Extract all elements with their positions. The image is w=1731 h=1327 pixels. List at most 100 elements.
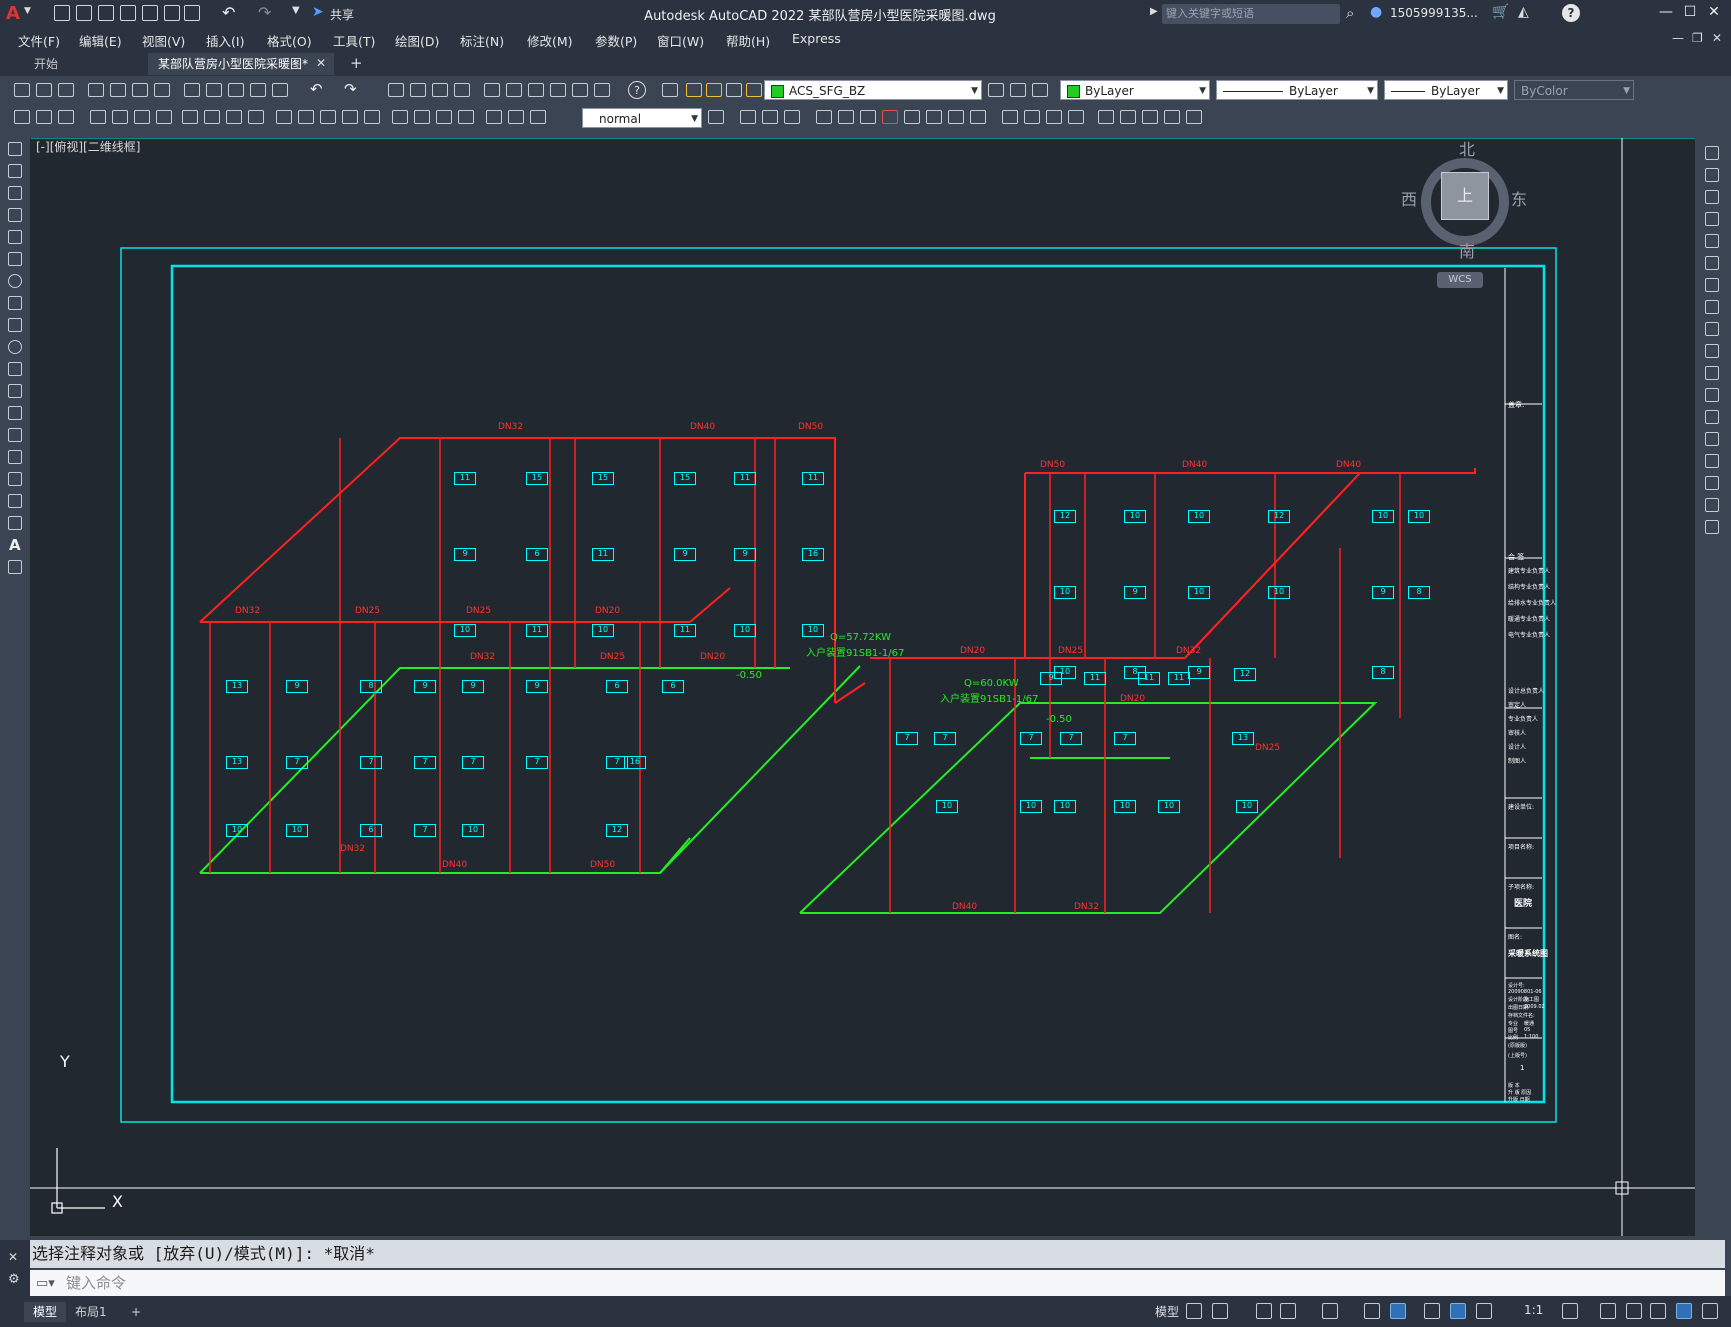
paste-icon[interactable] [228, 83, 244, 97]
viewcube-north[interactable]: 北 [1459, 136, 1475, 160]
match-properties-icon[interactable] [250, 83, 266, 97]
zoom-window-icon[interactable] [432, 83, 448, 97]
insert-block-icon[interactable] [8, 384, 22, 398]
doc-close-icon[interactable]: ✕ [1712, 31, 1722, 45]
cart-icon[interactable]: 🛒 [1492, 4, 1509, 20]
break-modify-icon[interactable] [1705, 410, 1719, 424]
sheet-set-icon[interactable] [550, 83, 566, 97]
tool-palettes-icon[interactable] [528, 83, 544, 97]
baseline-dim-icon[interactable] [298, 110, 314, 124]
units-icon[interactable] [1626, 1303, 1642, 1319]
menu-modify[interactable]: 修改(M) [527, 31, 573, 50]
chamfer-modify-icon[interactable] [1705, 454, 1719, 468]
qnew-icon[interactable] [14, 83, 30, 97]
jogged-linear-icon[interactable] [458, 110, 474, 124]
save-as-icon[interactable] [120, 5, 136, 21]
continue-dim-icon[interactable] [320, 110, 336, 124]
table-icon[interactable] [8, 516, 22, 530]
jogged-dim-icon[interactable] [204, 110, 220, 124]
plot-icon[interactable] [184, 5, 200, 21]
viewcube-east[interactable]: 东 [1511, 186, 1527, 210]
tab-current-drawing[interactable]: 某部队营房小型医院采暖图* [148, 53, 334, 75]
mirror-icon[interactable] [762, 110, 778, 124]
doc-restore-icon[interactable]: ❐ [1692, 31, 1703, 45]
dim-style-icon[interactable] [58, 110, 74, 124]
aligned-dim-icon[interactable] [112, 110, 128, 124]
explode-icon[interactable] [1024, 110, 1040, 124]
layer-on-icon[interactable] [686, 83, 702, 97]
copy-object-icon[interactable] [740, 110, 756, 124]
hatch-icon[interactable] [8, 450, 22, 464]
pan-icon[interactable] [388, 83, 404, 97]
viewcube[interactable]: 上 北 南 东 西 WCS [1401, 136, 1527, 298]
quickcalc-icon[interactable] [594, 83, 610, 97]
snap-icon[interactable] [1212, 1303, 1228, 1319]
erase-icon[interactable] [1705, 146, 1719, 160]
extend-icon[interactable] [904, 110, 920, 124]
save-icon[interactable] [98, 5, 114, 21]
layer-state-icon[interactable] [1032, 83, 1048, 97]
stretch-icon[interactable] [1046, 110, 1062, 124]
design-center-icon[interactable] [506, 83, 522, 97]
linear-dim-icon[interactable] [90, 110, 106, 124]
model-space-toggle[interactable]: 模型 [1155, 1303, 1179, 1320]
polyline-icon[interactable] [8, 186, 22, 200]
command-close-icon[interactable]: ✕ [8, 1250, 18, 1264]
properties-icon[interactable] [484, 83, 500, 97]
lineweight-dropdown[interactable]: ByLayer ▼ [1384, 80, 1508, 100]
lineweight-icon[interactable] [1424, 1303, 1440, 1319]
new-layout-button[interactable]: + [122, 1302, 150, 1322]
array-modify-icon[interactable] [1705, 234, 1719, 248]
rectangle-icon[interactable] [8, 230, 22, 244]
menu-express[interactable]: Express [792, 31, 841, 46]
open-web-icon[interactable] [142, 5, 158, 21]
menu-help[interactable]: 帮助(H) [726, 31, 770, 50]
line-icon[interactable] [8, 142, 22, 156]
array-icon[interactable] [1068, 110, 1084, 124]
scale-modify-icon[interactable] [1705, 300, 1719, 314]
make-current-layer-icon[interactable] [988, 83, 1004, 97]
menu-dimension[interactable]: 标注(N) [460, 31, 504, 50]
layer-freeze-icon[interactable] [706, 83, 722, 97]
search-expand-icon[interactable]: ▶ [1150, 6, 1158, 17]
undo-icon[interactable]: ↶ [222, 3, 235, 22]
isolate-objects-icon[interactable] [1676, 1303, 1692, 1319]
join-icon[interactable] [948, 110, 964, 124]
3d-print-icon[interactable] [154, 83, 170, 97]
layer-previous-icon[interactable] [1010, 83, 1026, 97]
save-toolbar-icon[interactable] [58, 83, 74, 97]
copy-icon[interactable] [206, 83, 222, 97]
layer-lock-icon[interactable] [746, 83, 762, 97]
new-tab-button[interactable]: + [350, 54, 363, 72]
help-icon[interactable]: ? [1562, 4, 1580, 22]
spline-icon[interactable] [8, 318, 22, 332]
dim-break-icon[interactable] [364, 110, 380, 124]
autocad-logo-icon[interactable]: A [6, 3, 20, 24]
blend-curves-icon[interactable] [1705, 498, 1719, 512]
quick-dim-icon[interactable] [276, 110, 292, 124]
layer-viewport-icon[interactable] [726, 83, 742, 97]
tab-start[interactable]: 开始 [24, 53, 148, 75]
layout-tab-layout1[interactable]: 布局1 [66, 1302, 116, 1322]
menu-tools[interactable]: 工具(T) [333, 31, 375, 50]
search-icon[interactable]: ⌕ [1346, 4, 1354, 22]
offset-modify-icon[interactable] [1705, 212, 1719, 226]
command-customize-icon[interactable]: ⚙ [8, 1272, 20, 1287]
ordinate-dim-icon[interactable] [156, 110, 172, 124]
copy-modify-icon[interactable] [1705, 168, 1719, 182]
dim-space-icon[interactable] [342, 110, 358, 124]
quick-properties-icon[interactable] [1650, 1303, 1666, 1319]
wcs-menu[interactable]: WCS [1437, 272, 1483, 288]
fillet-modify-icon[interactable] [1705, 476, 1719, 490]
arc-length-icon[interactable] [134, 110, 150, 124]
circle-icon[interactable] [8, 274, 22, 288]
offset-icon[interactable] [784, 110, 800, 124]
trim-icon[interactable] [882, 110, 898, 124]
menu-view[interactable]: 视图(V) [142, 31, 185, 50]
redo-toolbar-icon[interactable]: ↷ [344, 80, 357, 98]
dim-text-edit-icon[interactable] [508, 110, 524, 124]
annotation-scale[interactable]: 1:1 [1524, 1303, 1543, 1317]
menu-parametric[interactable]: 参数(P) [595, 31, 637, 50]
mtext-icon[interactable]: A [9, 536, 21, 554]
new-file-icon[interactable] [54, 5, 70, 21]
